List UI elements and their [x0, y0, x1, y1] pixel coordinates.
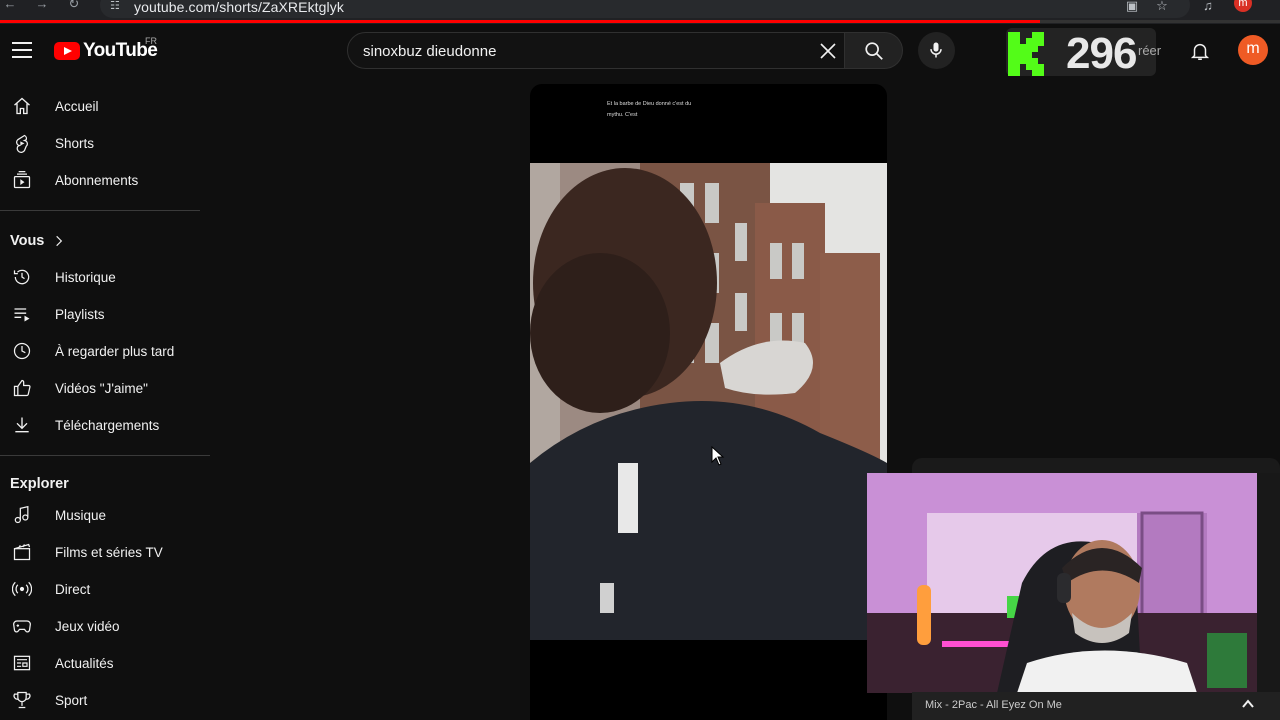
browser-chrome: ← → ↻ ☷ youtube.com/shorts/ZaXREktglyk ▣… [0, 0, 1280, 24]
forward-icon[interactable]: → [34, 0, 50, 12]
caption-line: Et la barbe de Dieu donné c'est du [607, 101, 692, 107]
thumbs-up-icon [13, 379, 31, 397]
news-icon [13, 655, 31, 671]
sidebar-item-label: À regarder plus tard [55, 344, 175, 359]
sidebar-item-liked-videos[interactable]: Vidéos "J'aime" [0, 369, 212, 406]
explore-section-title: Explorer [10, 476, 69, 492]
search-icon [865, 42, 883, 60]
address-bar[interactable]: ☷ youtube.com/shorts/ZaXREktglyk [100, 0, 1190, 18]
sidebar-item-label: Films et séries TV [55, 545, 163, 560]
streamer-webcam-overlay [867, 473, 1257, 693]
shorts-icon [16, 134, 28, 153]
video-progress-bar[interactable] [0, 20, 1040, 23]
miniplayer-bar[interactable]: Mix - 2Pac - All Eyez On Me [912, 692, 1280, 720]
sidebar-item-label: Historique [55, 270, 116, 285]
sidebar-item-label: Sport [55, 693, 88, 708]
sidebar-item-label: Téléchargements [55, 418, 160, 433]
sidebar-item-watch-later[interactable]: À regarder plus tard [0, 332, 212, 369]
search-box[interactable]: sinoxbuz dieudonne [347, 32, 845, 69]
webcam-image [867, 473, 1257, 693]
account-avatar[interactable]: m [1238, 35, 1268, 65]
sidebar-item-jeux[interactable]: Jeux vidéo [0, 607, 212, 644]
shorts-player[interactable]: Et la barbe de Dieu donné c'est du mythu… [530, 84, 887, 720]
sidebar-item-actualites[interactable]: Actualités [0, 644, 212, 681]
download-icon [15, 417, 29, 433]
install-icon[interactable]: ▣ [1124, 0, 1140, 13]
video-progress-track[interactable] [1040, 20, 1280, 23]
microphone-icon [930, 42, 942, 58]
chevron-up-icon[interactable] [1240, 696, 1256, 712]
sidebar-item-downloads[interactable]: Téléchargements [0, 406, 212, 443]
sidebar-item-label: Vidéos "J'aime" [55, 381, 148, 396]
back-icon[interactable]: ← [2, 0, 18, 12]
sidebar: Accueil Shorts Abonnements Vous Historiq… [0, 86, 212, 720]
sidebar-item-label: Musique [55, 508, 107, 523]
miniplayer-top [912, 458, 1280, 473]
search-button[interactable] [845, 32, 903, 69]
music-icon [14, 505, 29, 524]
kick-logo-icon [1008, 32, 1044, 76]
search-input[interactable]: sinoxbuz dieudonne [363, 43, 496, 60]
create-button-partial[interactable]: réer [1138, 43, 1161, 58]
sidebar-item-playlists[interactable]: Playlists [0, 295, 212, 332]
browser-profile-avatar[interactable]: m [1234, 0, 1252, 12]
video-frame[interactable] [530, 163, 887, 640]
sidebar-item-label: Jeux vidéo [55, 619, 120, 634]
miniplayer-edge [1257, 473, 1280, 692]
menu-icon[interactable] [12, 42, 32, 58]
you-section-title: Vous [10, 233, 45, 249]
caption-line: mythu. C'est [607, 112, 638, 118]
playlists-icon [14, 308, 30, 322]
voice-search-button[interactable] [918, 32, 955, 69]
url-text: youtube.com/shorts/ZaXREktglyk [134, 0, 344, 15]
chevron-right-icon [56, 235, 63, 247]
sidebar-divider [0, 455, 210, 456]
history-icon [13, 269, 30, 285]
miniplayer-title: Mix - 2Pac - All Eyez On Me [925, 699, 1062, 711]
sidebar-item-label: Direct [55, 582, 91, 597]
region-code: FR [145, 36, 157, 46]
subscriptions-icon [13, 171, 31, 189]
reload-icon[interactable]: ↻ [66, 0, 82, 12]
kick-viewer-overlay: 296 réer [1006, 28, 1161, 78]
youtube-play-icon [54, 42, 80, 60]
home-icon [14, 97, 30, 115]
sidebar-item-direct[interactable]: Direct [0, 570, 212, 607]
clear-search-icon[interactable] [818, 41, 838, 61]
sidebar-item-historique[interactable]: Historique [0, 258, 212, 295]
trophy-icon [13, 691, 31, 709]
viewer-count: 296 [1066, 29, 1137, 78]
youtube-logo[interactable]: YouTube FR [54, 36, 158, 61]
video-frame-image [530, 163, 887, 640]
sidebar-item-abonnements[interactable]: Abonnements [0, 161, 212, 198]
clock-icon [13, 342, 31, 360]
sidebar-item-label: Abonnements [55, 173, 139, 188]
live-icon [12, 581, 32, 597]
sidebar-item-shorts[interactable]: Shorts [0, 124, 212, 161]
media-icon[interactable]: ♫ [1200, 0, 1216, 13]
mouse-cursor-icon [711, 446, 725, 466]
sidebar-divider [0, 210, 200, 211]
site-info-icon[interactable]: ☷ [110, 0, 122, 12]
sidebar-item-accueil[interactable]: Accueil [0, 87, 212, 124]
film-icon [13, 543, 31, 561]
gamepad-icon [13, 620, 31, 633]
sidebar-item-label: Actualités [55, 656, 114, 671]
sidebar-you-header[interactable]: Vous [0, 222, 212, 258]
video-caption: Et la barbe de Dieu donné c'est du mythu… [607, 99, 727, 121]
sidebar-item-label: Shorts [55, 136, 95, 151]
sidebar-item-musique[interactable]: Musique [0, 496, 212, 533]
sidebar-item-films[interactable]: Films et séries TV [0, 533, 212, 570]
sidebar-item-label: Playlists [55, 307, 105, 322]
sidebar-item-label: Accueil [55, 99, 99, 114]
bookmark-star-icon[interactable]: ☆ [1154, 0, 1170, 13]
notifications-bell-icon[interactable] [1189, 40, 1211, 62]
sidebar-item-sport[interactable]: Sport [0, 681, 212, 718]
